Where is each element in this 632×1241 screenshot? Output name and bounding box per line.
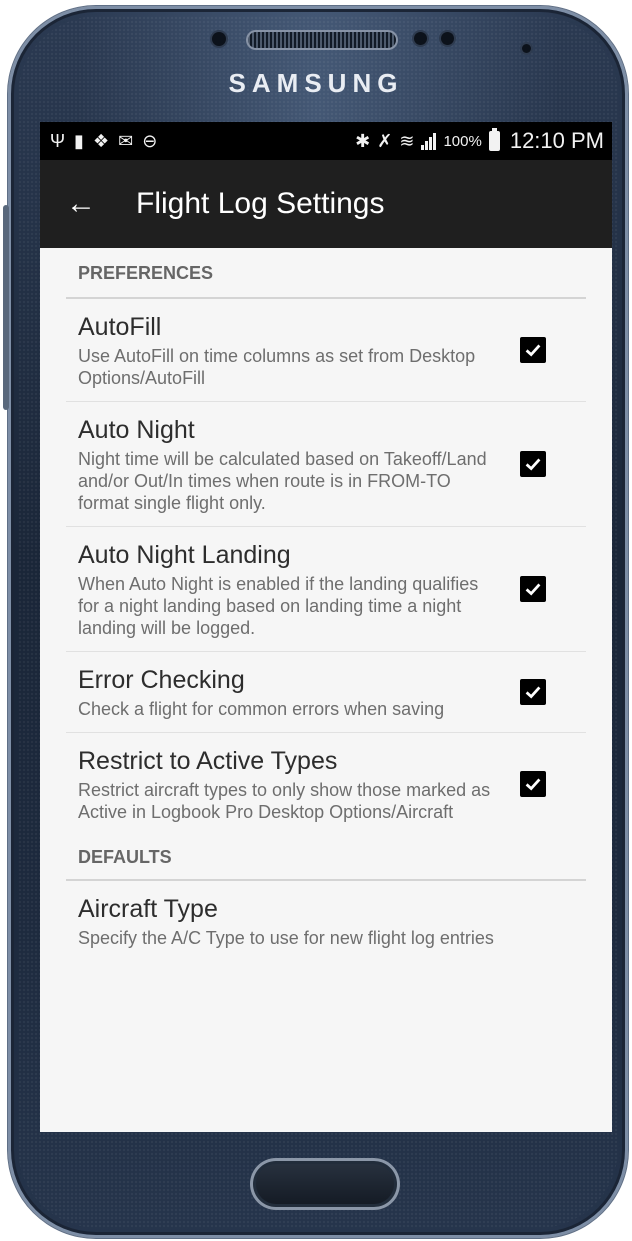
checkmark-icon	[525, 583, 541, 596]
settings-list: PREFERENCES AutoFill Use AutoFill on tim…	[40, 248, 612, 961]
pref-summary: Use AutoFill on time columns as set from…	[78, 346, 476, 388]
error-checking-checkbox[interactable]	[520, 679, 546, 705]
home-button[interactable]	[250, 1158, 400, 1210]
battery-percent: 100%	[443, 132, 482, 150]
auto-night-landing-checkbox[interactable]	[520, 576, 546, 602]
pref-text: Restrict to Active Types Restrict aircra…	[78, 745, 520, 823]
mute-icon: ✗	[377, 131, 393, 151]
do-not-disturb-icon: ⊖	[142, 131, 158, 151]
brand-logo: SAMSUNG	[228, 68, 404, 98]
dropbox-icon: ❖	[92, 131, 110, 151]
pref-auto-night-landing[interactable]: Auto Night Landing When Auto Night is en…	[66, 527, 586, 652]
page-title: Flight Log Settings	[136, 187, 385, 220]
system-icons: ✱ ✗ ≋ 100% 12:10 PM	[355, 128, 604, 154]
pref-title: Auto Night	[78, 416, 195, 444]
proximity-sensor	[414, 32, 427, 45]
app-bar: ← Flight Log Settings	[40, 160, 612, 248]
pref-title: Aircraft Type	[78, 895, 218, 923]
pref-aircraft-type[interactable]: Aircraft Type Specify the A/C Type to us…	[66, 881, 586, 961]
notification-icons: Ψ ▮ ❖ ✉ ⊖	[50, 132, 157, 150]
pref-title: Error Checking	[78, 666, 245, 694]
pref-auto-night[interactable]: Auto Night Night time will be calculated…	[66, 402, 586, 527]
pref-autofill[interactable]: AutoFill Use AutoFill on time columns as…	[66, 299, 586, 402]
pref-text: AutoFill Use AutoFill on time columns as…	[78, 311, 520, 389]
screen: Ψ ▮ ❖ ✉ ⊖ ✱ ✗ ≋ 100% 12:10 PM ← Flight L…	[40, 122, 612, 1132]
pref-summary: Restrict aircraft types to only show tho…	[78, 780, 491, 822]
checkmark-icon	[525, 686, 541, 699]
battery-icon	[488, 128, 500, 151]
pref-title: Auto Night Landing	[78, 541, 291, 569]
front-camera	[212, 32, 226, 46]
pref-title: AutoFill	[78, 313, 162, 341]
status-bar: Ψ ▮ ❖ ✉ ⊖ ✱ ✗ ≋ 100% 12:10 PM	[40, 122, 612, 160]
checkmark-icon	[525, 458, 541, 471]
light-sensor	[441, 32, 454, 45]
autofill-checkbox[interactable]	[520, 337, 546, 363]
usb-icon: Ψ	[50, 131, 66, 151]
earpiece-speaker	[248, 32, 396, 48]
pref-summary: Specify the A/C Type to use for new flig…	[78, 928, 494, 948]
pref-restrict-active-types[interactable]: Restrict to Active Types Restrict aircra…	[66, 733, 586, 835]
pref-title: Restrict to Active Types	[78, 747, 338, 775]
pref-text: Aircraft Type Specify the A/C Type to us…	[78, 893, 574, 949]
pref-text: Error Checking Check a flight for common…	[78, 664, 520, 720]
arrow-left-icon[interactable]: ←	[66, 189, 106, 219]
checkmark-icon	[525, 778, 541, 791]
auto-night-checkbox[interactable]	[520, 451, 546, 477]
bluetooth-icon: ✱	[355, 131, 371, 151]
sd-card-icon: ▮	[74, 131, 84, 151]
pref-error-checking[interactable]: Error Checking Check a flight for common…	[66, 652, 586, 733]
checkmark-icon	[525, 344, 541, 357]
volume-button	[3, 205, 9, 410]
pref-text: Auto Night Night time will be calculated…	[78, 414, 520, 514]
pref-summary: Check a flight for common errors when sa…	[78, 699, 445, 719]
pref-summary: When Auto Night is enabled if the landin…	[78, 574, 479, 638]
section-header-defaults: DEFAULTS	[66, 835, 586, 881]
mail-icon: ✉	[118, 131, 134, 151]
restrict-active-types-checkbox[interactable]	[520, 771, 546, 797]
signal-icon	[421, 132, 437, 150]
section-header-preferences: PREFERENCES	[66, 248, 586, 299]
wifi-icon: ≋	[399, 131, 415, 151]
pref-text: Auto Night Landing When Auto Night is en…	[78, 539, 520, 639]
camera-lens	[522, 44, 531, 53]
clock: 12:10 PM	[509, 128, 604, 153]
pref-summary: Night time will be calculated based on T…	[78, 449, 487, 513]
